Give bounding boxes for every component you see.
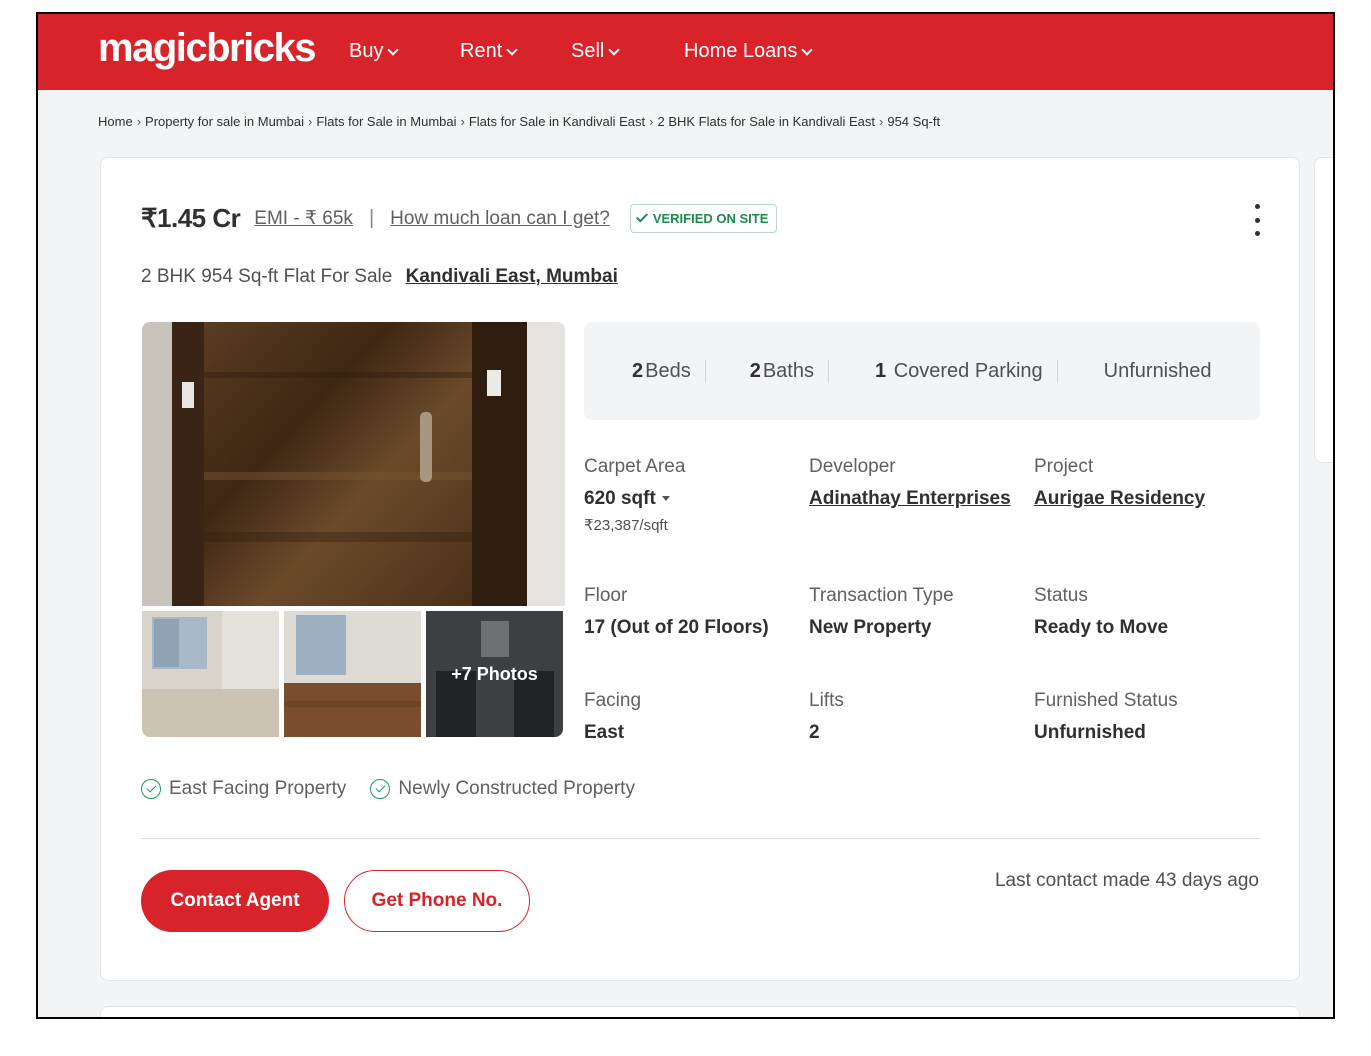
breadcrumb-separator-icon: ›: [307, 114, 313, 129]
carpet-area-label: Carpet Area: [584, 456, 686, 477]
nav-home-loans-label: Home Loans: [684, 40, 798, 62]
project-label: Project: [1034, 456, 1094, 477]
carpet-area-value-row[interactable]: 620 sqft: [584, 488, 685, 510]
breadcrumb: Home › Property for sale in Mumbai › Fla…: [98, 114, 940, 129]
listing-card: ₹1.45 Cr EMI - ₹ 65k | How much loan can…: [100, 157, 1300, 981]
carpet-area-value: 620 sqft: [584, 488, 656, 509]
nav-rent-label: Rent: [460, 40, 503, 62]
floor: Floor 17 (Out of 20 Floors): [584, 585, 769, 639]
transaction-type-value: New Property: [809, 617, 932, 638]
tag-newly-constructed: Newly Constructed Property: [370, 778, 635, 800]
developer: Developer Adinathay Enterprises: [809, 456, 1011, 510]
magicbricks-logo[interactable]: magicbricks: [98, 26, 316, 71]
transaction-type: Transaction Type New Property: [809, 585, 954, 639]
get-phone-button[interactable]: Get Phone No.: [344, 870, 530, 932]
nav-buy-label: Buy: [349, 40, 384, 62]
nav-buy[interactable]: Buy: [349, 40, 400, 63]
check-circle-icon: [370, 779, 391, 799]
chevron-down-icon: [801, 43, 814, 56]
transaction-type-label: Transaction Type: [809, 585, 954, 606]
photo-thumbnail[interactable]: [284, 611, 421, 737]
location-link[interactable]: Kandivali East, Mumbai: [406, 266, 618, 287]
price-row: ₹1.45 Cr EMI - ₹ 65k | How much loan can…: [141, 203, 778, 234]
breadcrumb-separator-icon: ›: [649, 114, 654, 129]
more-photos-label[interactable]: +7 Photos: [426, 611, 563, 737]
breadcrumb-separator-icon: ›: [460, 114, 465, 129]
contact-agent-button[interactable]: Contact Agent: [141, 870, 329, 932]
breadcrumb-flats-sale-mumbai[interactable]: Flats for Sale in Mumbai: [316, 114, 456, 129]
nav-rent[interactable]: Rent: [460, 40, 518, 63]
chevron-down-icon: [506, 43, 518, 56]
beds-summary: 2 Beds: [618, 359, 706, 383]
status-value: Ready to Move: [1034, 617, 1169, 638]
verified-badge: VERIFIED ON SITE: [629, 204, 778, 233]
facing-value: East: [584, 722, 625, 743]
side-panel-edge: [1314, 157, 1333, 463]
developer-label: Developer: [809, 456, 896, 477]
next-listing-card: [100, 1006, 1300, 1017]
project-link[interactable]: Aurigae Residency: [1034, 488, 1205, 510]
check-circle-icon: [141, 779, 161, 799]
last-contact-text: Last contact made 43 days ago: [994, 870, 1259, 891]
breadcrumb-current: 954 Sq-ft: [887, 114, 941, 129]
breadcrumb-property-sale-mumbai[interactable]: Property for sale in Mumbai: [145, 114, 304, 129]
caret-down-icon: [661, 496, 670, 502]
photo-thumbnail-more[interactable]: +7 Photos: [426, 611, 563, 737]
breadcrumb-2bhk-kandivali[interactable]: 2 BHK Flats for Sale in Kandivali East: [658, 114, 876, 129]
chevron-down-icon: [387, 43, 400, 56]
photo-thumbnail[interactable]: [142, 611, 279, 737]
floor-value: 17 (Out of 20 Floors): [584, 617, 769, 638]
section-divider: [141, 838, 1260, 839]
browser-frame: magicbricks Buy Rent Sell Home Loans Hom…: [36, 12, 1335, 1019]
price: ₹1.45 Cr: [141, 203, 241, 233]
price-per-sqft: ₹23,387/sqft: [584, 517, 668, 534]
nav-sell-label: Sell: [571, 40, 605, 62]
breadcrumb-flats-kandivali[interactable]: Flats for Sale in Kandivali East: [469, 114, 645, 129]
tag-label: East Facing Property: [169, 778, 347, 799]
property-tags: East Facing Property Newly Constructed P…: [141, 778, 635, 800]
lifts-label: Lifts: [809, 690, 844, 711]
tag-east-facing: East Facing Property: [141, 778, 346, 800]
floor-label: Floor: [584, 585, 628, 606]
tag-label: Newly Constructed Property: [398, 778, 635, 799]
developer-link[interactable]: Adinathay Enterprises: [809, 488, 1011, 510]
emi-link[interactable]: EMI - ₹ 65k: [254, 207, 353, 230]
status: Status Ready to Move: [1034, 585, 1168, 639]
breadcrumb-home[interactable]: Home: [98, 114, 133, 129]
project: Project Aurigae Residency: [1034, 456, 1205, 510]
verified-label: VERIFIED ON SITE: [652, 211, 769, 226]
parking-summary: 1 Covered Parking: [861, 359, 1058, 383]
top-navbar: magicbricks Buy Rent Sell Home Loans: [38, 14, 1333, 90]
nav-sell[interactable]: Sell: [571, 40, 621, 63]
facing-label: Facing: [584, 690, 642, 711]
divider: |: [368, 207, 375, 229]
nav-home-loans[interactable]: Home Loans: [684, 40, 814, 63]
lifts-value: 2: [809, 722, 820, 743]
breadcrumb-separator-icon: ›: [136, 114, 142, 129]
room-photo-image: [142, 611, 279, 737]
room-photo-image: [284, 611, 421, 737]
lifts: Lifts 2: [809, 690, 844, 744]
baths-summary: 2 Baths: [736, 359, 829, 383]
loan-eligibility-link[interactable]: How much loan can I get?: [390, 208, 610, 230]
furnished-status-label: Furnished Status: [1034, 690, 1178, 711]
furnished-status: Furnished Status Unfurnished: [1034, 690, 1178, 744]
listing-title: 2 BHK 954 Sq-ft Flat For Sale Kandivali …: [141, 266, 618, 288]
facing: Facing East: [584, 690, 641, 744]
property-summary-bar: 2 Beds 2 Baths 1 Covered Parking Unfurnish…: [584, 322, 1260, 420]
furnished-status-value: Unfurnished: [1034, 722, 1146, 743]
check-icon: [635, 210, 648, 223]
breadcrumb-separator-icon: ›: [879, 114, 884, 129]
listing-title-text: 2 BHK 954 Sq-ft Flat For Sale: [141, 266, 393, 287]
main-photo[interactable]: [142, 322, 565, 606]
more-options-icon[interactable]: [1251, 204, 1263, 236]
chevron-down-icon: [608, 43, 621, 56]
status-label: Status: [1034, 585, 1088, 606]
carpet-area: Carpet Area 620 sqft ₹23,387/sqft: [584, 456, 685, 534]
door-photo-image: [142, 322, 565, 606]
furnishing-summary: Unfurnished: [1103, 359, 1212, 382]
